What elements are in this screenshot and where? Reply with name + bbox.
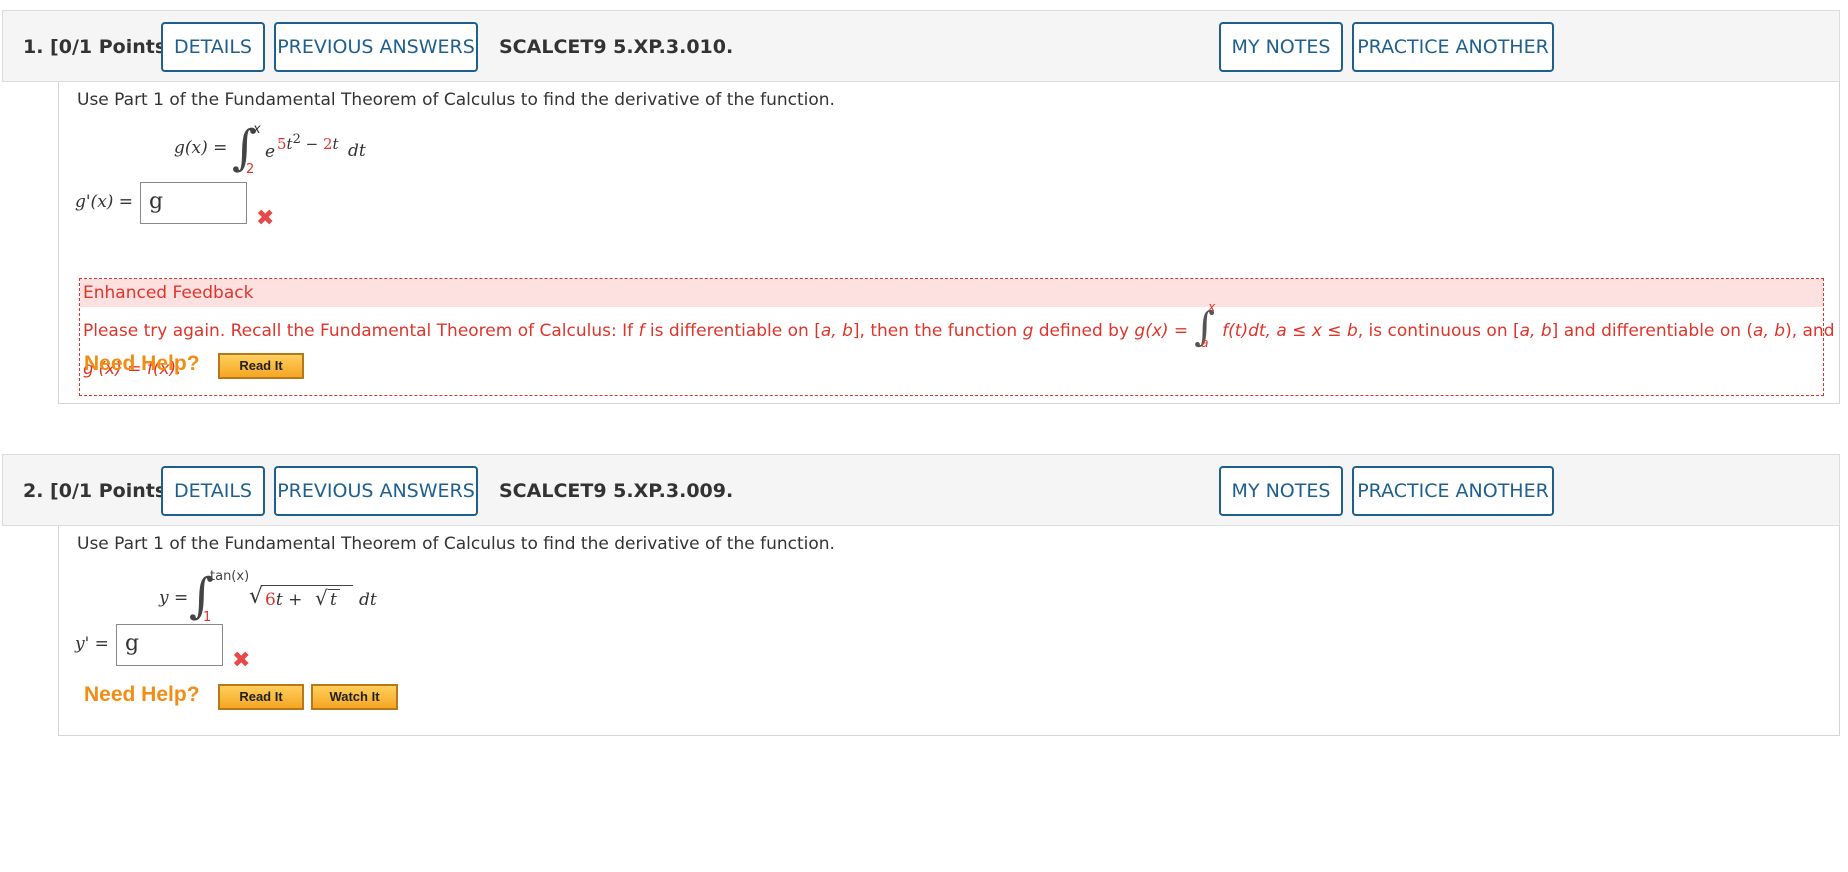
incorrect-icon: ✖ — [256, 206, 275, 231]
need-help-label: Need Help? — [84, 352, 200, 375]
need-help-label: Need Help? — [84, 683, 200, 706]
answer-label: y' = — [75, 634, 109, 654]
exp-coef-2: 2 — [322, 135, 333, 153]
sqrt-bar — [263, 585, 353, 586]
integral-formula: g(x) = ∫ x 2 e 5t2 − 2t dt — [174, 122, 434, 188]
exp-coef-1: 5 — [277, 135, 287, 153]
question-code: SCALCET9 5.XP.3.010. — [499, 36, 734, 58]
question-title: 2. [0/1 Points] — [23, 480, 175, 502]
radicand: 6t + — [265, 590, 302, 610]
feedback-heading: Enhanced Feedback — [80, 279, 1823, 307]
question-body: Use Part 1 of the Fundamental Theorem of… — [58, 82, 1840, 404]
enhanced-feedback: Enhanced Feedback Please try again. Reca… — [79, 278, 1835, 396]
feedback-text: ] and differentiable on ( — [1551, 321, 1754, 341]
exp-var-2: t — [332, 135, 339, 153]
var: t — [275, 590, 283, 610]
watch-it-button[interactable]: Watch It — [311, 684, 398, 710]
feedback-text: is differentiable on [ — [644, 321, 821, 341]
upper-limit: x — [253, 122, 261, 137]
exp-minus: − — [300, 135, 323, 153]
feedback-text: ), and — [1785, 321, 1835, 341]
plus-sign: + — [282, 590, 303, 610]
exp-power: 2 — [292, 132, 301, 147]
details-button[interactable]: DETAILS — [161, 22, 265, 72]
exponent: 5t2 − 2t — [277, 132, 339, 153]
lower-limit: 1 — [203, 610, 212, 625]
feedback-int-upper: x — [1208, 300, 1216, 314]
lower-limit: 2 — [246, 162, 255, 177]
practice-another-button[interactable]: PRACTICE ANOTHER — [1352, 22, 1554, 72]
question-instruction: Use Part 1 of the Fundamental Theorem of… — [77, 534, 835, 554]
feedback-line-1: Please try again. Recall the Fundamental… — [83, 300, 1835, 350]
my-notes-button[interactable]: MY NOTES — [1219, 22, 1343, 72]
feedback-var: a ≤ x ≤ b — [1276, 321, 1358, 341]
feedback-var: g — [1022, 321, 1034, 341]
question-header: 2. [0/1 Points] DETAILS PREVIOUS ANSWERS… — [2, 454, 1840, 526]
exp-base: e — [265, 142, 276, 162]
sqrt-sign: √ — [249, 584, 264, 609]
upper-limit: tan(x) — [210, 569, 250, 584]
inner-var: t — [330, 590, 337, 610]
read-it-button[interactable]: Read It — [218, 684, 304, 710]
dt: dt — [359, 590, 377, 610]
question-header: 1. [0/1 Points] DETAILS PREVIOUS ANSWERS… — [2, 10, 1840, 82]
inner-sqrt-sign: √ — [315, 586, 328, 610]
coef: 6 — [265, 590, 276, 610]
feedback-var: a, b — [1519, 321, 1552, 341]
formula-lhs: g(x) = — [174, 138, 228, 158]
my-notes-button[interactable]: MY NOTES — [1219, 466, 1343, 516]
feedback-var: g(x) = — [1134, 321, 1189, 341]
assignment-page: 1. [0/1 Points] DETAILS PREVIOUS ANSWERS… — [0, 0, 1848, 872]
feedback-int-lower: a — [1201, 336, 1209, 350]
read-it-button[interactable]: Read It — [218, 353, 304, 379]
formula-lhs: y = — [159, 588, 189, 608]
previous-answers-button[interactable]: PREVIOUS ANSWERS — [274, 466, 478, 516]
feedback-var: f(t)dt, — [1222, 321, 1277, 341]
feedback-text: defined by — [1033, 321, 1135, 341]
dt: dt — [348, 141, 366, 161]
feedback-var: a, b — [1753, 321, 1786, 341]
feedback-var: a, b — [820, 321, 853, 341]
feedback-text: , is continuous on [ — [1357, 321, 1520, 341]
question-instruction: Use Part 1 of the Fundamental Theorem of… — [77, 90, 835, 110]
question-code: SCALCET9 5.XP.3.009. — [499, 480, 734, 502]
answer-input[interactable]: g — [140, 182, 247, 224]
question-title: 1. [0/1 Points] — [23, 36, 175, 58]
feedback-text: ], then the function — [852, 321, 1023, 341]
incorrect-icon: ✖ — [232, 648, 251, 673]
answer-input[interactable]: g — [116, 624, 223, 666]
practice-another-button[interactable]: PRACTICE ANOTHER — [1352, 466, 1554, 516]
previous-answers-button[interactable]: PREVIOUS ANSWERS — [274, 22, 478, 72]
answer-label: g'(x) = — [75, 192, 134, 212]
question-body: Use Part 1 of the Fundamental Theorem of… — [58, 526, 1840, 736]
details-button[interactable]: DETAILS — [161, 466, 265, 516]
feedback-text: Please try again. Recall the Fundamental… — [83, 321, 639, 341]
feedback-integral: ∫ x a — [1188, 300, 1222, 350]
